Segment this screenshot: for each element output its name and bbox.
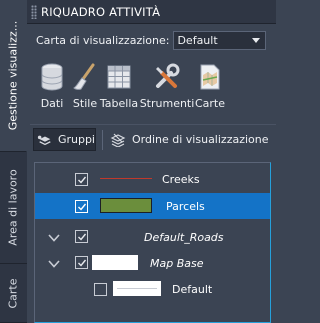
layer-row-parcels[interactable]: Parcels (35, 193, 270, 219)
white-line-style-swatch (113, 281, 161, 296)
layer-visibility-checkbox[interactable] (75, 256, 88, 269)
layer-row-creeks[interactable]: Creeks (35, 166, 270, 192)
chevron-down-icon (252, 37, 260, 43)
layer-group-name: Default_Roads (144, 231, 224, 244)
layer-tree[interactable]: Creeks Parcels Default_Roads Map Base De… (34, 162, 271, 323)
checkmark-icon (78, 259, 87, 267)
layer-name: Creeks (162, 173, 200, 186)
layer-name: Parcels (166, 200, 205, 213)
panel-title: RIQUADRO ATTIVITÀ (41, 4, 161, 19)
white-style-swatch (92, 255, 138, 270)
layer-visibility-checkbox[interactable] (75, 200, 88, 213)
style-button-label: Stile (72, 97, 98, 110)
tab-maps-label: Carte (7, 277, 20, 309)
table-grid-icon (103, 61, 135, 93)
chevron-down-icon[interactable] (48, 232, 60, 244)
layer-row-default-roads[interactable]: Default_Roads (35, 224, 270, 250)
panel-title-bar[interactable]: RIQUADRO ATTIVITÀ (27, 0, 276, 24)
layer-visibility-checkbox[interactable] (75, 173, 88, 186)
tab-display-manager-label: Gestione visualizz... (6, 20, 20, 131)
table-button-label: Tabella (99, 97, 139, 110)
checkmark-icon (78, 176, 87, 184)
display-manager-toolbar: Dati Stile Tabella Strumenti Carte (33, 56, 273, 116)
tab-maps[interactable]: Carte (0, 264, 27, 323)
side-tab-strip: Gestione visualizz... Area di lavoro Car… (0, 0, 27, 323)
checkmark-icon (78, 233, 87, 241)
draw-order-view-button[interactable]: Ordine di visualizzazione (110, 128, 269, 151)
groups-icon (37, 135, 51, 145)
groups-view-button[interactable]: Gruppi (33, 128, 96, 151)
brush-icon (69, 61, 101, 93)
view-mode-row: Gruppi Ordine di visualizzazione (30, 124, 276, 154)
toolbar-divider (102, 130, 103, 150)
display-map-select[interactable]: Default (173, 30, 266, 50)
maps-button-label: Carte (194, 97, 226, 110)
display-map-value: Default (177, 33, 218, 47)
style-button[interactable]: Stile (70, 56, 100, 114)
data-button-label: Dati (40, 97, 64, 110)
table-button[interactable]: Tabella (100, 56, 138, 114)
layer-row-default[interactable]: Default (35, 277, 270, 303)
database-icon (36, 61, 68, 93)
tab-workspace[interactable]: Area di lavoro (0, 152, 27, 264)
layer-name: Default (172, 283, 213, 296)
tools-button-label: Strumenti (139, 97, 195, 110)
layer-visibility-checkbox[interactable] (75, 230, 88, 243)
chevron-down-icon[interactable] (48, 258, 60, 270)
display-map-label: Carta di visualizzazione: (36, 33, 170, 47)
draw-order-icon (110, 133, 126, 147)
tools-button[interactable]: Strumenti (139, 56, 195, 114)
maps-button[interactable]: Carte (193, 56, 227, 114)
map-document-icon (194, 61, 226, 93)
data-button[interactable]: Dati (36, 56, 68, 114)
tools-icon (151, 61, 183, 93)
drag-grip-icon[interactable] (31, 4, 37, 19)
fill-style-swatch (100, 198, 152, 213)
tab-workspace-label: Area di lavoro (7, 169, 20, 246)
layer-visibility-checkbox[interactable] (94, 283, 107, 296)
checkmark-icon (78, 203, 87, 211)
draw-order-view-label: Ordine di visualizzazione (132, 133, 269, 146)
line-style-swatch (100, 178, 152, 179)
layer-row-map-base[interactable]: Map Base (35, 250, 270, 276)
groups-view-label: Gruppi (57, 133, 95, 146)
tab-display-manager[interactable]: Gestione visualizz... (0, 0, 27, 152)
layer-group-name: Map Base (150, 257, 204, 270)
display-map-row: Carta di visualizzazione: Default (36, 30, 266, 50)
